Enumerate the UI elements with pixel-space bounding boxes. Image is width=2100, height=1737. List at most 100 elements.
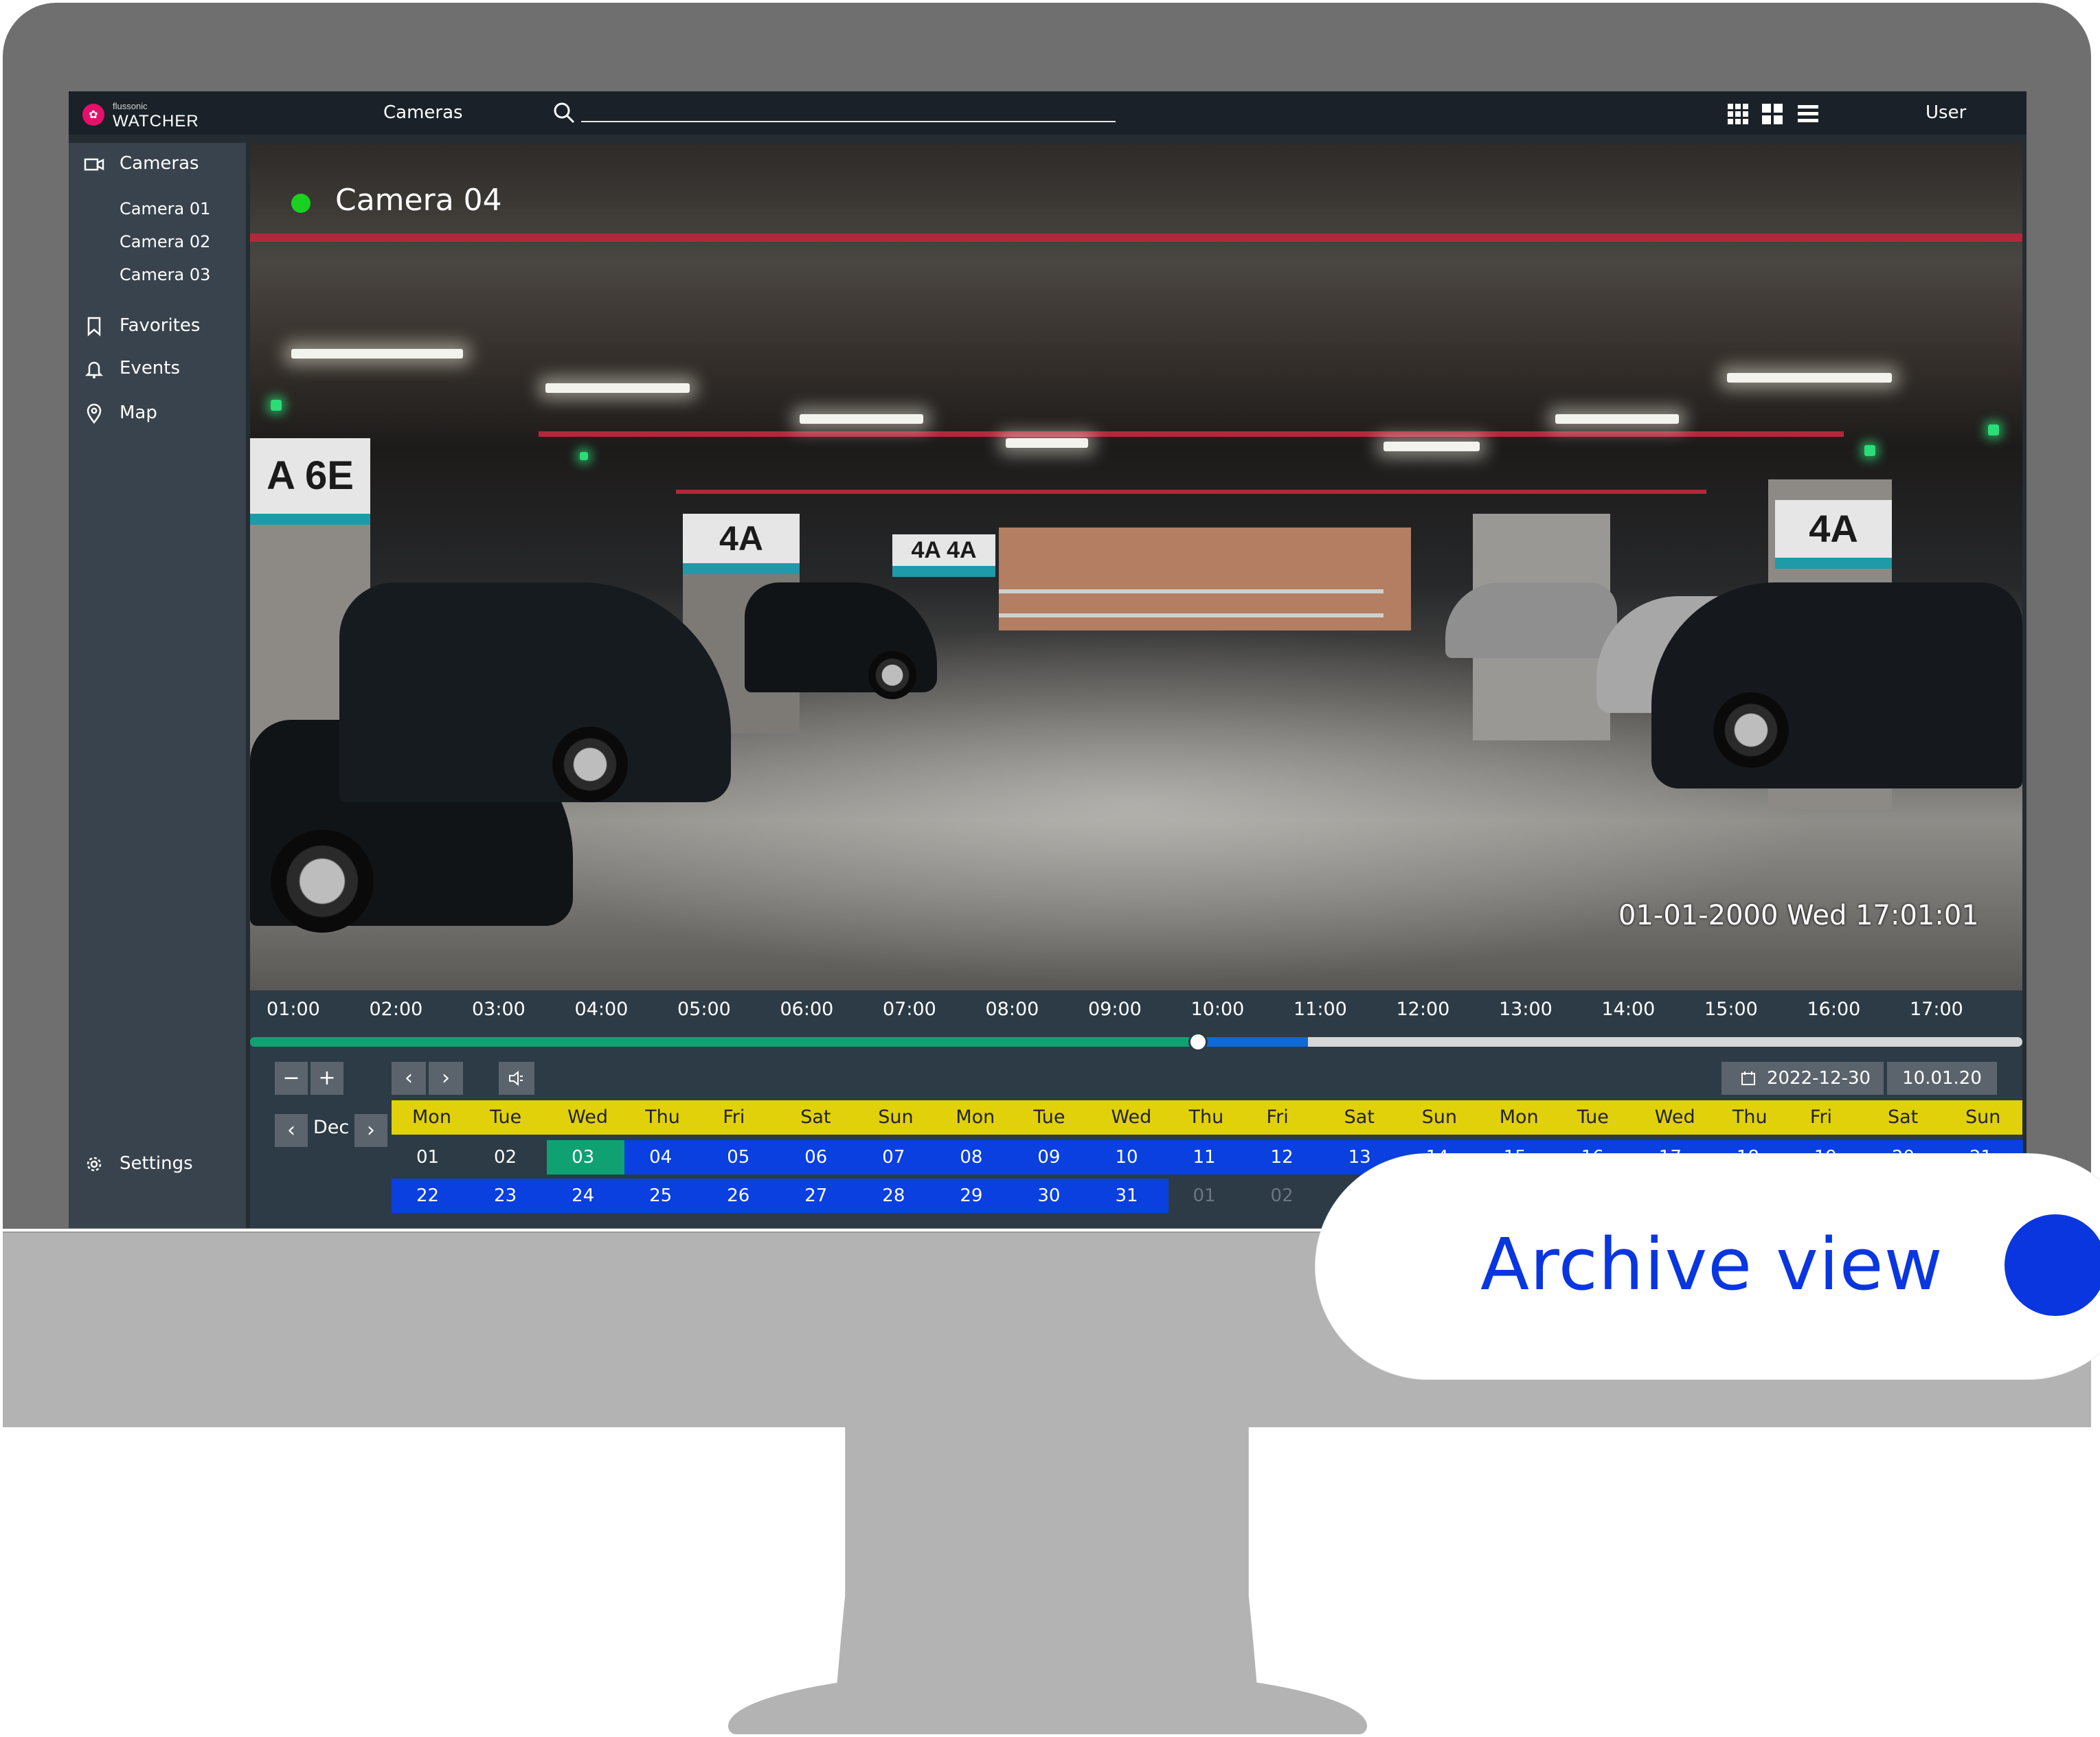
weekday-label: Sat bbox=[1887, 1106, 1919, 1128]
calendar-icon bbox=[1741, 1071, 1755, 1085]
calendar-day-with-archive[interactable]: 24 bbox=[547, 1179, 626, 1213]
parking-sign: A 6E bbox=[250, 438, 370, 525]
calendar-day-with-archive[interactable]: 28 bbox=[857, 1179, 936, 1213]
weekday-label: Sun bbox=[1421, 1106, 1458, 1128]
search-icon[interactable] bbox=[552, 101, 576, 124]
next-period-button[interactable]: › bbox=[429, 1062, 463, 1095]
ceiling-pipe bbox=[676, 490, 1706, 494]
calendar-day-with-archive[interactable]: 25 bbox=[624, 1179, 703, 1213]
calendar-day-selected[interactable]: 03 bbox=[547, 1140, 626, 1174]
calendar-day-with-archive[interactable]: 22 bbox=[392, 1179, 470, 1213]
calendar-day-with-archive[interactable]: 09 bbox=[1013, 1140, 1092, 1174]
timeline-tick-label: 11:00 bbox=[1294, 999, 1347, 1020]
sound-button[interactable] bbox=[499, 1062, 534, 1095]
green-status-light bbox=[1988, 424, 1999, 435]
weekday-label: Mon bbox=[956, 1106, 995, 1128]
weekday-label: Fri bbox=[1266, 1106, 1289, 1128]
list-view-icon[interactable] bbox=[1797, 103, 1819, 125]
weekday-label: Thu bbox=[1732, 1106, 1768, 1128]
timeline-tick-label: 01:00 bbox=[267, 999, 320, 1020]
badge-dot-icon bbox=[2005, 1214, 2100, 1316]
calendar-day-with-archive[interactable]: 31 bbox=[1090, 1179, 1169, 1213]
parked-car bbox=[339, 582, 731, 802]
timeline-tick-label: 04:00 bbox=[574, 999, 629, 1020]
calendar-day-with-archive[interactable]: 08 bbox=[935, 1140, 1014, 1174]
prev-period-button[interactable]: ‹ bbox=[392, 1062, 426, 1095]
flussonic-logo-icon: ✿ bbox=[82, 104, 104, 126]
sidebar-camera-01[interactable]: Camera 01 bbox=[120, 199, 210, 218]
weekday-label: Wed bbox=[1111, 1106, 1152, 1128]
video-timestamp: 01-01-2000 Wed 17:01:01 bbox=[1618, 900, 1979, 931]
timeline-playhead[interactable] bbox=[1188, 1032, 1208, 1052]
sidebar-camera-02[interactable]: Camera 02 bbox=[120, 232, 210, 251]
calendar-day-with-archive[interactable]: 04 bbox=[624, 1140, 703, 1174]
calendar-day-with-archive[interactable]: 23 bbox=[469, 1179, 548, 1213]
monitor-stand-base bbox=[728, 1669, 1367, 1734]
calendar-day-with-archive[interactable]: 11 bbox=[1168, 1140, 1247, 1174]
weekday-label: Wed bbox=[567, 1106, 608, 1128]
selected-date: 2022-12-30 bbox=[1767, 1068, 1871, 1089]
zoom-in-button[interactable]: + bbox=[311, 1062, 343, 1095]
timeline-tick-label: 02:00 bbox=[369, 999, 423, 1020]
weekday-label: Wed bbox=[1654, 1106, 1695, 1128]
weekday-label: Sat bbox=[800, 1106, 831, 1128]
calendar-day-with-archive[interactable]: 30 bbox=[1013, 1179, 1092, 1213]
timeline-recorded-range bbox=[250, 1037, 1201, 1047]
timeline-tick-label: 15:00 bbox=[1704, 999, 1758, 1020]
calendar-day-with-archive[interactable]: 27 bbox=[780, 1179, 859, 1213]
calendar-day[interactable]: 02 bbox=[469, 1140, 547, 1174]
grid-3x3-view-icon[interactable] bbox=[1727, 103, 1749, 125]
ceiling-light bbox=[800, 414, 923, 424]
weekday-label: Tue bbox=[1577, 1106, 1609, 1128]
calendar-day-next-month[interactable]: 02 bbox=[1246, 1179, 1324, 1213]
timeline-tick-label: 05:00 bbox=[677, 999, 731, 1020]
calendar-day-with-archive[interactable]: 26 bbox=[702, 1179, 781, 1213]
weekday-label: Sun bbox=[878, 1106, 914, 1128]
next-month-button[interactable]: › bbox=[354, 1114, 387, 1147]
calendar-day-with-archive[interactable]: 06 bbox=[780, 1140, 859, 1174]
calendar-day-with-archive[interactable]: 12 bbox=[1245, 1140, 1324, 1174]
calendar-day[interactable]: 01 bbox=[392, 1140, 470, 1174]
camera-video-feed[interactable]: A 6E 4A 4A 4A 4A Camera 04 01-01-2000 We… bbox=[250, 143, 2022, 990]
timeline-tick-label: 14:00 bbox=[1601, 999, 1656, 1020]
barrier-rail bbox=[999, 613, 1384, 617]
weekday-label: Mon bbox=[412, 1106, 451, 1128]
calendar-day-with-archive[interactable]: 10 bbox=[1090, 1140, 1169, 1174]
car-wheel bbox=[271, 830, 374, 933]
top-bar: ✿ flussonic WATCHER Cameras User bbox=[69, 91, 2026, 135]
timeline-tick-label: 13:00 bbox=[1499, 999, 1553, 1020]
weekday-label: Fri bbox=[1809, 1106, 1833, 1128]
app-screen: ✿ flussonic WATCHER Cameras User Cameras… bbox=[69, 91, 2026, 1228]
weekday-header: Mon Tue Wed Thu Fri Sat Sun Mon Tue Wed Thu Fri Sat S… bbox=[392, 1100, 2022, 1135]
timeline-tick-label: 10:00 bbox=[1190, 999, 1245, 1020]
car-wheel bbox=[552, 727, 628, 802]
search-input[interactable] bbox=[581, 121, 1116, 122]
sidebar-item-label: Events bbox=[120, 358, 181, 378]
map-pin-icon bbox=[87, 403, 102, 424]
weekday-label: Mon bbox=[1499, 1106, 1539, 1128]
calendar-day-next-month[interactable]: 01 bbox=[1168, 1179, 1247, 1213]
green-status-light bbox=[271, 400, 282, 411]
calendar-day-with-archive[interactable]: 05 bbox=[702, 1140, 781, 1174]
calendar-day-with-archive[interactable]: 07 bbox=[857, 1140, 936, 1174]
calendar-day-with-archive[interactable]: 29 bbox=[935, 1179, 1014, 1213]
sidebar-item-label: Favorites bbox=[120, 315, 201, 336]
green-status-light bbox=[1864, 445, 1875, 456]
prev-month-button[interactable]: ‹ bbox=[275, 1114, 308, 1147]
grid-2x2-view-icon[interactable] bbox=[1761, 103, 1783, 125]
ceiling-light bbox=[1384, 442, 1480, 451]
time-input[interactable]: 10.01.20 bbox=[1887, 1062, 1997, 1095]
sidebar-camera-03[interactable]: Camera 03 bbox=[120, 265, 210, 284]
timeline-tick-label: 09:00 bbox=[1088, 999, 1142, 1020]
timeline-tick-label: 06:00 bbox=[780, 999, 834, 1020]
parking-sign: 4A 4A bbox=[892, 534, 995, 577]
archive-view-label: Archive view bbox=[1480, 1223, 1943, 1306]
zoom-out-button[interactable]: − bbox=[275, 1062, 308, 1095]
user-menu[interactable]: User bbox=[1926, 102, 1966, 123]
bookmark-icon bbox=[87, 317, 101, 337]
date-picker-button[interactable]: 2022-12-30 bbox=[1721, 1062, 1884, 1095]
ceiling-light bbox=[1727, 373, 1892, 383]
archive-timeline[interactable]: 01:00 02:00 03:00 04:00 05:00 06:00 07:00 08:00… bbox=[250, 990, 2022, 1055]
ceiling-light bbox=[545, 383, 690, 393]
timeline-tick-label: 16:00 bbox=[1807, 999, 1861, 1020]
